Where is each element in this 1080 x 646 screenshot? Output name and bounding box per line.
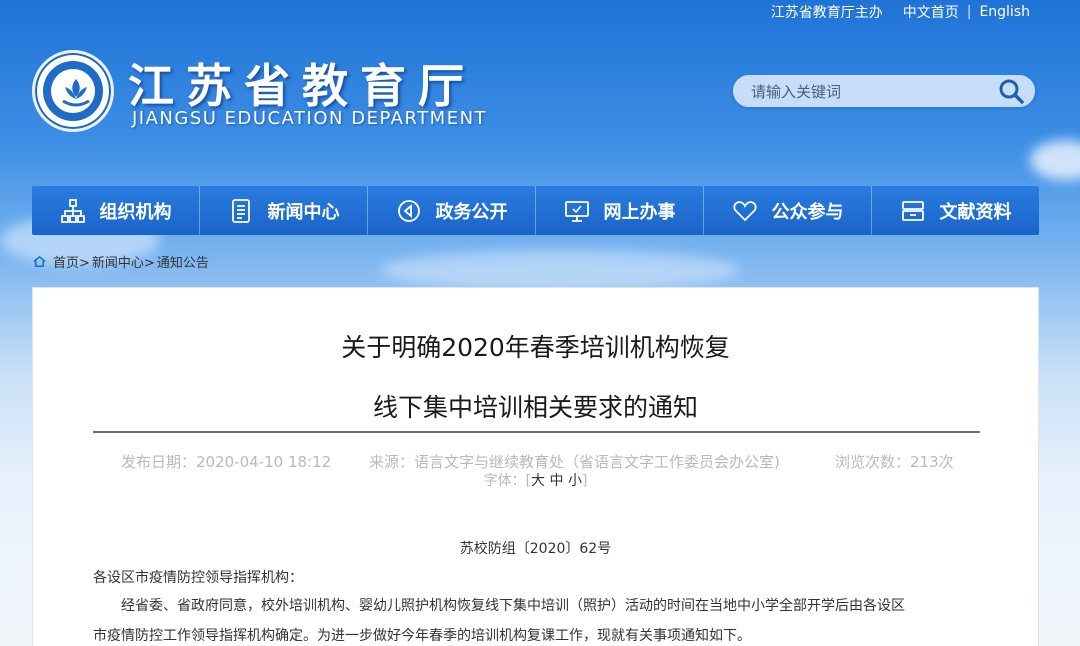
publish-date: 发布日期：2020-04-10 18:12: [121, 453, 332, 471]
article-panel: 关于明确2020年春季培训机构恢复 线下集中培训相关要求的通知 发布日期：202…: [32, 287, 1039, 646]
main-nav: 组织机构 新闻中心 政务公开 网上办事 公众参与 文献资料: [32, 186, 1039, 235]
font-medium-button[interactable]: 中: [550, 473, 564, 489]
font-bracket-close: ]: [581, 473, 588, 489]
search-icon[interactable]: [997, 77, 1025, 105]
breadcrumb-current[interactable]: 通知公告: [157, 252, 209, 271]
title-divider: [93, 431, 980, 433]
nav-label: 新闻中心: [267, 201, 340, 223]
archive-icon: [901, 200, 924, 221]
article-title-line1: 关于明确2020年春季培训机构恢复: [341, 333, 730, 362]
nav-label: 文献资料: [939, 201, 1012, 223]
font-large-button[interactable]: 大: [531, 473, 545, 489]
view-count: 浏览次数：213次: [835, 453, 954, 471]
search-box[interactable]: 请输入关键词: [730, 72, 1038, 110]
nav-label: 政务公开: [435, 201, 508, 223]
search-input[interactable]: 请输入关键词: [751, 81, 997, 102]
nav-item-online-services[interactable]: 网上办事: [536, 186, 704, 235]
chinese-home-link[interactable]: 中文首页: [903, 2, 959, 22]
article-source: 来源：语言文字与继续教育处（省语言文字工作委员会办公室): [369, 453, 780, 471]
breadcrumb: 首页> 新闻中心> 通知公告: [32, 252, 209, 271]
sound-icon: [397, 199, 420, 222]
monitor-icon: [564, 200, 589, 222]
org-chart-icon: [60, 198, 85, 223]
sponsor-text: 江苏省教育厅主办: [770, 5, 883, 21]
nav-item-government[interactable]: 政务公开: [368, 186, 536, 235]
cloud-decoration: [380, 250, 740, 290]
nav-label: 组织机构: [99, 201, 172, 223]
body-paragraph-line2: 市疫情防控工作领导指挥机构确定。为进一步做好今年春季的培训机构复课工作，现就有关…: [93, 628, 751, 644]
logo-title[interactable]: 江苏省教育厅: [128, 50, 476, 116]
article-title-line2: 线下集中培训相关要求的通知: [372, 393, 698, 422]
breadcrumb-news[interactable]: 新闻中心>: [92, 252, 155, 271]
nav-item-news[interactable]: 新闻中心: [200, 186, 368, 235]
nav-label: 网上办事: [603, 201, 676, 223]
font-small-button[interactable]: 小: [568, 473, 582, 489]
heart-icon: [732, 200, 757, 221]
cloud-decoration: [1030, 140, 1080, 180]
department-emblem[interactable]: [32, 50, 114, 132]
nav-label: 公众参与: [771, 201, 844, 223]
nav-item-organization[interactable]: 组织机构: [32, 186, 200, 235]
breadcrumb-home[interactable]: 首页>: [53, 252, 90, 271]
document-number: 苏校防组〔2020〕62号: [459, 541, 612, 557]
nav-item-literature[interactable]: 文献资料: [872, 186, 1039, 235]
font-label: 字体：: [483, 473, 526, 489]
font-size-selector: 字体：[大 中 小]: [33, 470, 1038, 490]
link-separator: |: [966, 4, 972, 20]
logo-subtitle: JIANGSU EDUCATION DEPARTMENT: [132, 108, 488, 129]
top-links: 江苏省教育厅主办 中文首页 | English: [771, 2, 1030, 22]
english-link[interactable]: English: [979, 4, 1030, 20]
document-icon: [231, 198, 250, 223]
body-paragraph-line1: 经省委、省政府同意，校外培训机构、婴幼儿照护机构恢复线下集中培训（照护）活动的时…: [121, 598, 905, 614]
home-icon: [33, 255, 46, 267]
addressee: 各设区市疫情防控领导指挥机构：: [93, 570, 303, 586]
nav-item-public-participation[interactable]: 公众参与: [704, 186, 872, 235]
